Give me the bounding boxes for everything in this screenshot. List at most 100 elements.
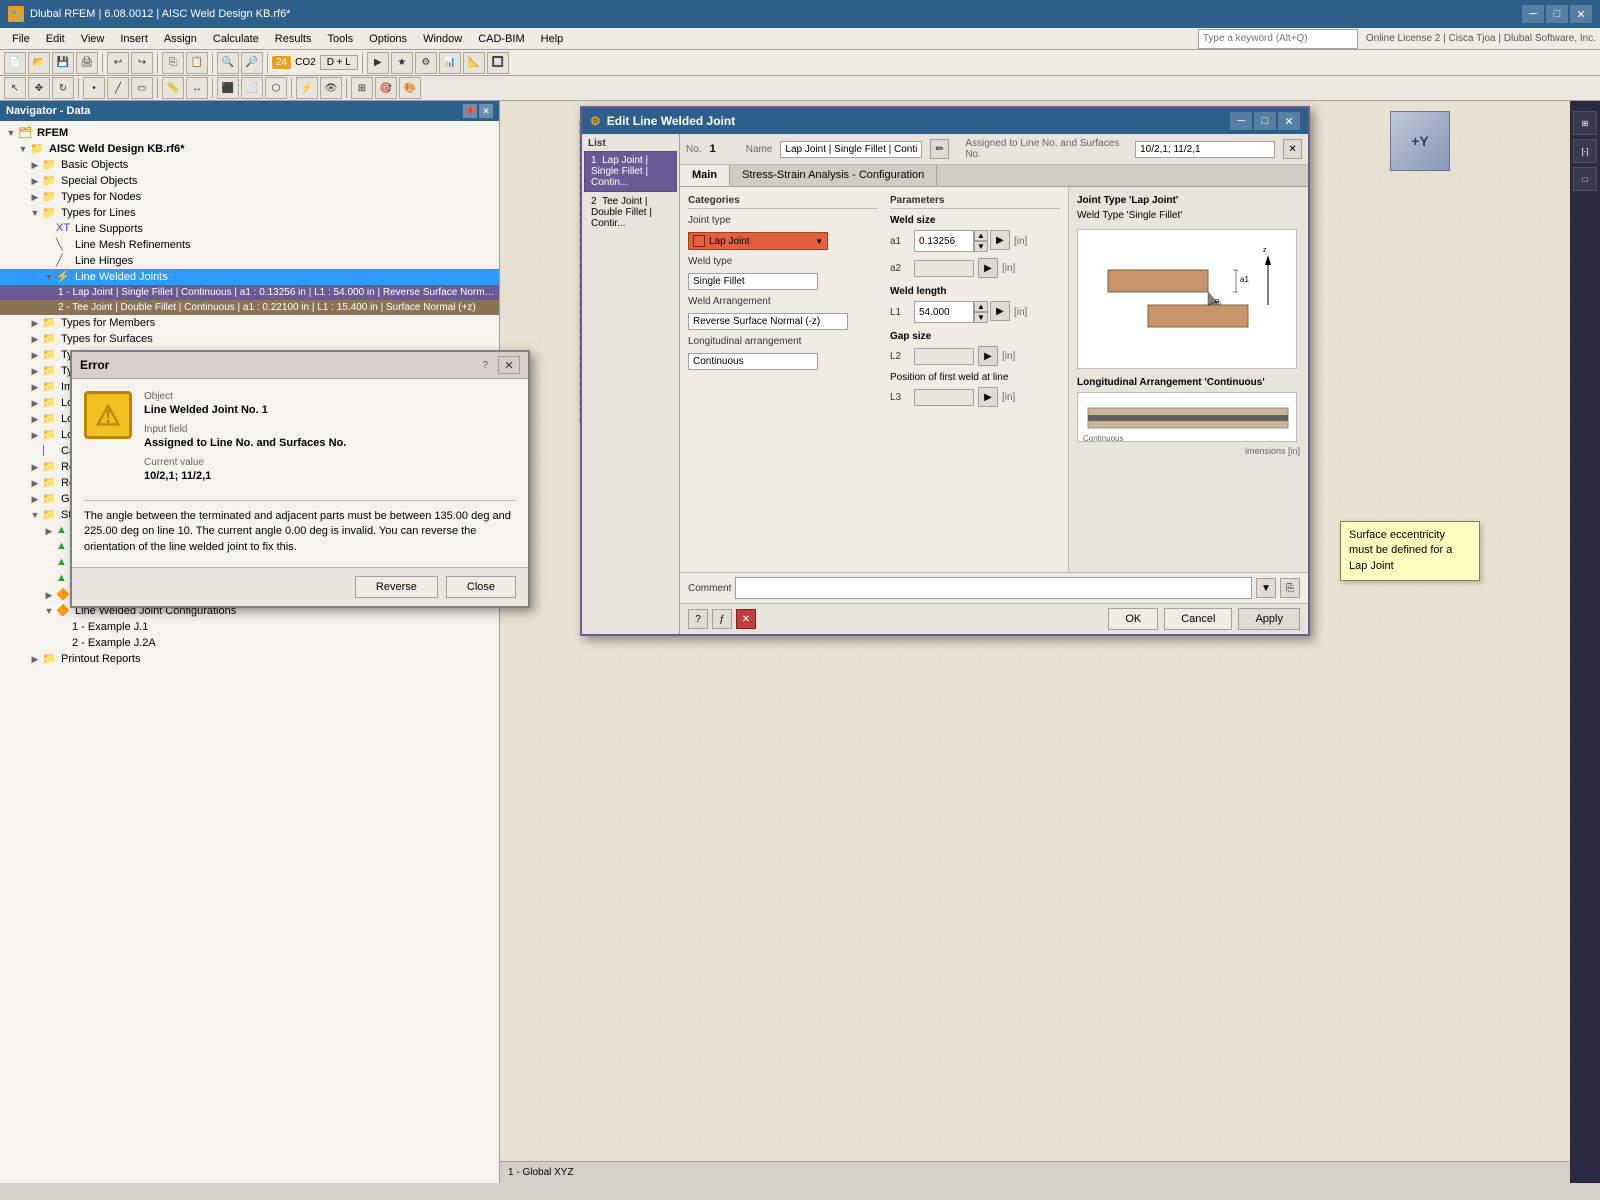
ok-button[interactable]: OK [1108,608,1158,630]
tb-extra-1[interactable]: ▶ [367,52,389,74]
tree-line-hinges[interactable]: ▶ ╱ Line Hinges [0,253,499,269]
help-icon-button[interactable]: ? [688,609,708,629]
move-button[interactable]: ✥ [28,77,50,99]
a1-up-button[interactable]: ▲ [974,230,988,241]
a1-stepper[interactable]: ▲ ▼ ▶ [914,230,1010,252]
weld-type-select[interactable]: Single Fillet Double Fillet [688,273,818,290]
tree-line-welded-joints[interactable]: ▼ ⚡ Line Welded Joints [0,269,499,285]
zoom-out-button[interactable]: 🔎 [241,52,263,74]
tree-config-1[interactable]: ▶ 1 - Example J.1 [0,619,499,635]
weld-item-2[interactable]: 2 - Tee Joint | Double Fillet | Continuo… [0,300,499,315]
right-panel-btn-3[interactable]: □ [1573,167,1597,191]
tree-item-project[interactable]: ▼ 📁 AISC Weld Design KB.rf6* [0,141,499,157]
tb-extra-5[interactable]: 📐 [463,52,485,74]
undo-button[interactable]: ↩ [107,52,129,74]
comment-dropdown-button[interactable]: ▼ [1256,578,1276,598]
L1-down-button[interactable]: ▼ [974,312,988,323]
edit-name-button[interactable]: ✏ [930,139,949,159]
snap-button[interactable]: 🎯 [375,77,397,99]
L2-unit-button[interactable]: ▶ [978,346,998,366]
dimension-button[interactable]: ↔ [186,77,208,99]
new-button[interactable]: 📄 [4,52,26,74]
tab-stress-strain[interactable]: Stress-Strain Analysis - Configuration [730,165,937,186]
L3-unit-button[interactable]: ▶ [978,387,998,407]
dialog-minimize-button[interactable]: ─ [1230,112,1252,130]
menu-insert[interactable]: Insert [112,31,156,47]
close-button[interactable]: ✕ [1570,5,1592,23]
tb-extra-6[interactable]: 🔲 [487,52,509,74]
menu-file[interactable]: File [4,31,38,47]
menu-cadbim[interactable]: CAD-BIM [470,31,532,47]
grid-button[interactable]: ⊞ [351,77,373,99]
minimize-button[interactable]: ─ [1522,5,1544,23]
filter-button[interactable]: ⚡ [296,77,318,99]
copy-button[interactable]: ⎘ [162,52,184,74]
L1-input[interactable] [914,301,974,323]
select-button[interactable]: ↖ [4,77,26,99]
tab-main[interactable]: Main [680,165,730,186]
apply-button[interactable]: Apply [1238,608,1300,630]
view-cube[interactable]: +Y [1390,111,1450,171]
expander-project[interactable]: ▼ [16,142,30,156]
line-button[interactable]: ╱ [107,77,129,99]
tree-basic-objects[interactable]: ▶ 📁 Basic Objects [0,157,499,173]
longitudinal-select[interactable]: Continuous Intermittent [688,353,818,370]
L3-input[interactable] [914,389,974,406]
tree-printout[interactable]: ▶ 📁 Printout Reports [0,651,499,667]
nav-pin-button[interactable]: 📌 [463,104,477,118]
tree-line-supports[interactable]: ▶ XT Line Supports [0,221,499,237]
open-button[interactable]: 📂 [28,52,50,74]
a1-input[interactable] [914,230,974,252]
tree-item-rfem[interactable]: ▼ 🗂 RFEM [0,125,499,141]
redo-button[interactable]: ↪ [131,52,153,74]
a2-unit-button[interactable]: ▶ [978,258,998,278]
L1-stepper[interactable]: ▲ ▼ ▶ [914,301,1010,323]
zoom-in-button[interactable]: 🔍 [217,52,239,74]
tree-types-lines[interactable]: ▼ 📁 Types for Lines [0,205,499,221]
tree-types-nodes[interactable]: ▶ 📁 Types for Nodes [0,189,499,205]
L2-input[interactable] [914,348,974,365]
expander-rfem[interactable]: ▼ [4,126,18,140]
view-front-button[interactable]: ⬛ [217,77,239,99]
a1-down-button[interactable]: ▼ [974,241,988,252]
nav-close-button[interactable]: ✕ [479,104,493,118]
comment-copy-button[interactable]: ⎘ [1280,578,1300,598]
tree-types-members[interactable]: ▶ 📁 Types for Members [0,315,499,331]
menu-view[interactable]: View [73,31,113,47]
menu-tools[interactable]: Tools [319,31,361,47]
L1-unit-button[interactable]: ▶ [990,301,1010,321]
list-item-1[interactable]: 1 Lap Joint | Single Fillet | Contin... [584,151,677,192]
right-panel-btn-2[interactable]: [-] [1573,139,1597,163]
error-close-x-button[interactable]: ✕ [498,356,520,374]
assigned-input[interactable] [1135,141,1275,158]
workspace[interactable]: +Y ⚙ Edit Line Welded Joint ─ □ ✕ List [500,101,1600,1183]
display-button[interactable]: 👁 [320,77,342,99]
view-3d-button[interactable]: ⬡ [265,77,287,99]
dialog-maximize-button[interactable]: □ [1254,112,1276,130]
assigned-clear-button[interactable]: ✕ [1283,139,1302,159]
keyword-search-input[interactable] [1198,29,1358,49]
L1-up-button[interactable]: ▲ [974,301,988,312]
right-panel-btn-1[interactable]: ⊞ [1573,111,1597,135]
tree-config-2[interactable]: ▶ 2 - Example J.2A [0,635,499,651]
menu-options[interactable]: Options [361,31,415,47]
paste-button[interactable]: 📋 [186,52,208,74]
menu-window[interactable]: Window [415,31,470,47]
weld-item-1[interactable]: 1 - Lap Joint | Single Fillet | Continuo… [0,285,499,300]
list-item-2[interactable]: 2 Tee Joint | Double Fillet | Contir... [584,192,677,233]
color-button[interactable]: 🎨 [399,77,421,99]
print-button[interactable]: 🖨 [76,52,98,74]
save-button[interactable]: 💾 [52,52,74,74]
menu-help[interactable]: Help [533,31,572,47]
rotate-button[interactable]: ↻ [52,77,74,99]
measure-button[interactable]: 📏 [162,77,184,99]
node-button[interactable]: • [83,77,105,99]
menu-edit[interactable]: Edit [38,31,73,47]
tree-mesh-refinements[interactable]: ▶ ╲ Line Mesh Refinements [0,237,499,253]
cancel-button[interactable]: Cancel [1164,608,1232,630]
formula-icon-button[interactable]: ƒ [712,609,732,629]
cancel-x-button[interactable]: ✕ [736,609,756,629]
menu-assign[interactable]: Assign [156,31,205,47]
close-button[interactable]: Close [446,576,516,598]
view-side-button[interactable]: ⬜ [241,77,263,99]
